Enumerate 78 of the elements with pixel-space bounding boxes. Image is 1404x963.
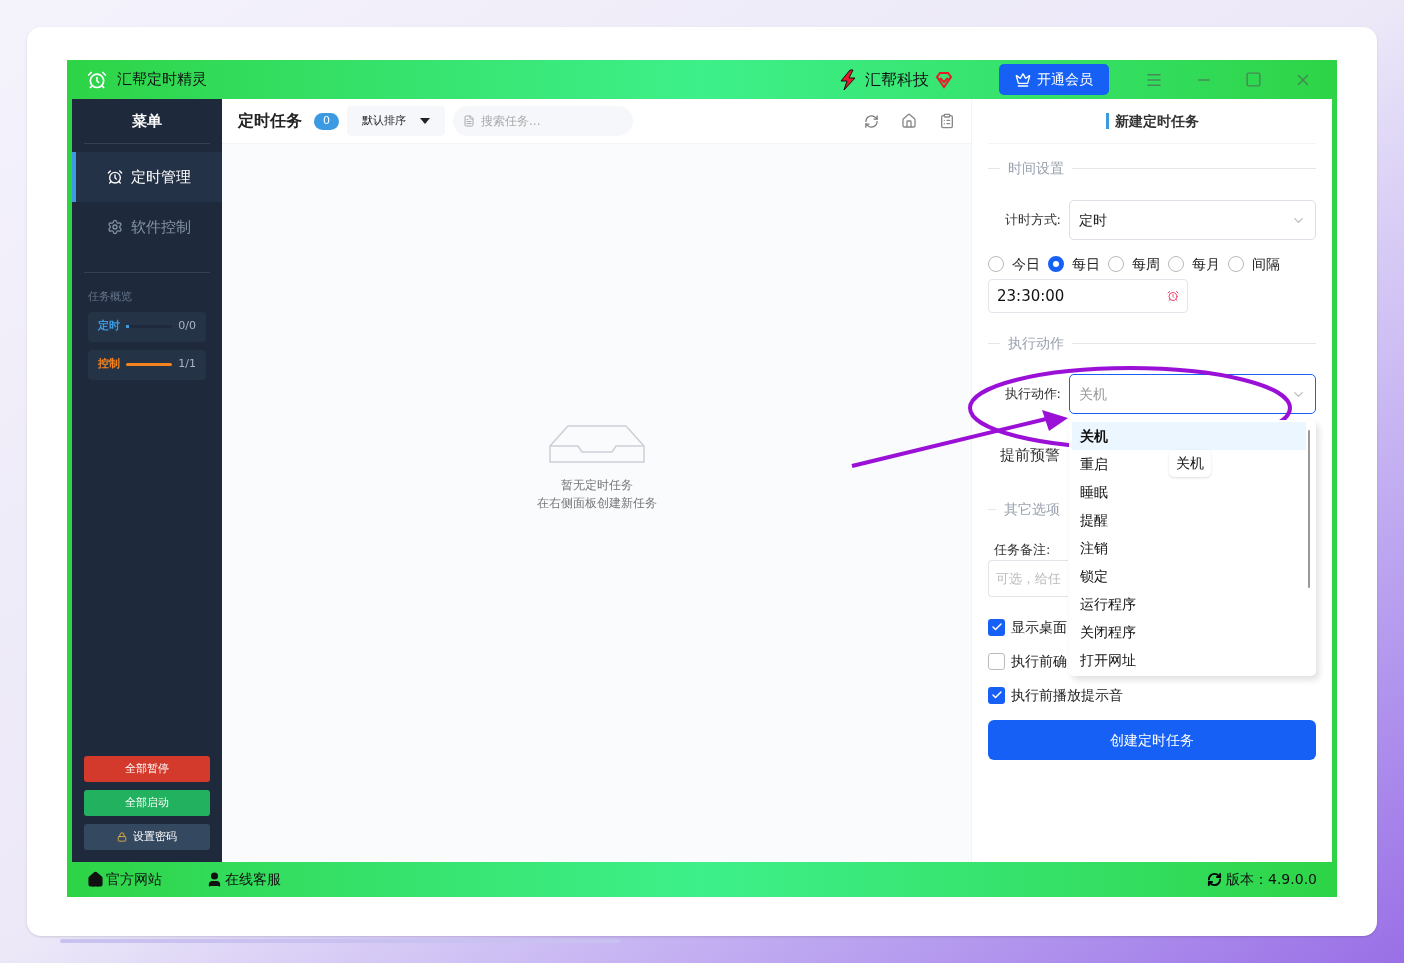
scrollbar[interactable] [1308,430,1310,588]
brand-name: 汇帮科技 [865,68,929,91]
sidebar-title: 菜单 [132,110,162,132]
crown-icon [1015,71,1031,88]
footer-link[interactable]: 官方网站 [87,869,162,890]
field-label: 计时方式: [1003,211,1062,230]
footer-link[interactable]: 在线客服 [206,869,281,890]
radio-button[interactable] [1228,256,1244,272]
create-task-button[interactable]: 创建定时任务 [988,720,1316,760]
radio-option[interactable]: 今日 [988,254,1040,274]
alarm-clock-icon [87,69,107,90]
dropdown-option[interactable]: 提醒 [1072,506,1116,534]
section-title: 执行动作 [1008,334,1064,353]
mode-select[interactable]: 定时 [1069,200,1316,240]
alarm-clock-icon [1167,290,1179,302]
home-icon [87,871,104,888]
radio-option[interactable]: 每月 [1168,254,1220,274]
checkbox[interactable] [988,618,1005,636]
gear-icon [107,219,123,235]
window-title: 汇帮定时精灵 [117,69,207,91]
radio-button[interactable] [1048,256,1064,272]
radio-option[interactable]: 间隔 [1228,254,1280,274]
alarm-clock-icon [107,169,123,185]
dropdown-option[interactable]: 重启 [1072,450,1116,478]
checkbox-option[interactable]: 执行前播放提示音 [988,685,1123,705]
stat-label: 控制 [98,356,120,373]
checkbox-option[interactable]: 执行前确 [988,651,1067,671]
dropdown-option[interactable]: 打开网址 [1072,646,1144,674]
overview-title: 任务概览 [88,289,133,305]
checkbox[interactable] [988,686,1005,704]
stat-label: 定时 [98,318,120,335]
stat-count: 1/1 [178,356,196,373]
empty-message: 在右侧面板创建新任务 [536,495,657,512]
lock-icon [117,832,127,842]
dropdown-option[interactable]: 注销 [1072,534,1116,562]
sidebar-button[interactable]: 全部暂停 [84,756,210,782]
field-label: 任务备注: [994,541,1051,559]
empty-tray-icon [547,424,646,464]
refresh-icon[interactable] [1207,872,1222,887]
field-label: 提前预警 [1000,445,1060,466]
document-icon [463,115,475,127]
time-field[interactable]: 23:30:00 [988,279,1188,313]
form-title: 新建定时任务 [1114,111,1199,131]
dropdown-option[interactable]: 关闭程序 [1072,618,1144,646]
vip-button[interactable]: 开通会员 [999,64,1109,95]
checkbox-option[interactable]: 显示桌面 [988,617,1067,637]
check-icon [990,621,1003,633]
checkbox[interactable] [988,652,1005,670]
sidebar-item[interactable]: 定时管理 [72,152,222,202]
check-icon [990,689,1003,701]
dropdown-option[interactable]: 锁定 [1072,562,1116,590]
caret-icon [420,118,430,124]
dropdown-option[interactable]: 运行程序 [1072,590,1144,618]
count-badge: 0 [314,112,339,130]
field-label: 执行动作: [1004,385,1061,404]
dropdown-option[interactable]: 睡眠 [1072,478,1116,506]
radio-button[interactable] [988,256,1004,272]
empty-message: 暂无定时任务 [560,477,633,494]
lightning-logo-icon [837,68,859,91]
version-text: 版本：4.9.0.0 [1226,870,1317,889]
diamond-icon [935,70,953,89]
section-title: 其它选项 [1004,500,1060,519]
list-icon[interactable] [939,113,955,129]
tasks-title: 定时任务 [238,110,302,132]
user-icon [206,871,223,888]
maximize-icon[interactable] [1245,71,1262,88]
radio-option[interactable]: 每周 [1108,254,1160,274]
sidebar-button[interactable]: 设置密码 [84,824,210,850]
section-title: 时间设置 [1008,159,1064,178]
home-icon[interactable] [901,113,917,129]
tooltip: 关机 [1169,450,1211,477]
sort-dropdown[interactable]: 默认排序 [347,106,445,136]
radio-button[interactable] [1108,256,1124,272]
radio-button[interactable] [1168,256,1184,272]
dropdown-option[interactable]: 关机 [1072,422,1306,450]
radio-option[interactable]: 每日 [1048,254,1100,274]
stat-count: 0/0 [178,318,196,335]
sidebar-item[interactable]: 软件控制 [72,202,222,252]
